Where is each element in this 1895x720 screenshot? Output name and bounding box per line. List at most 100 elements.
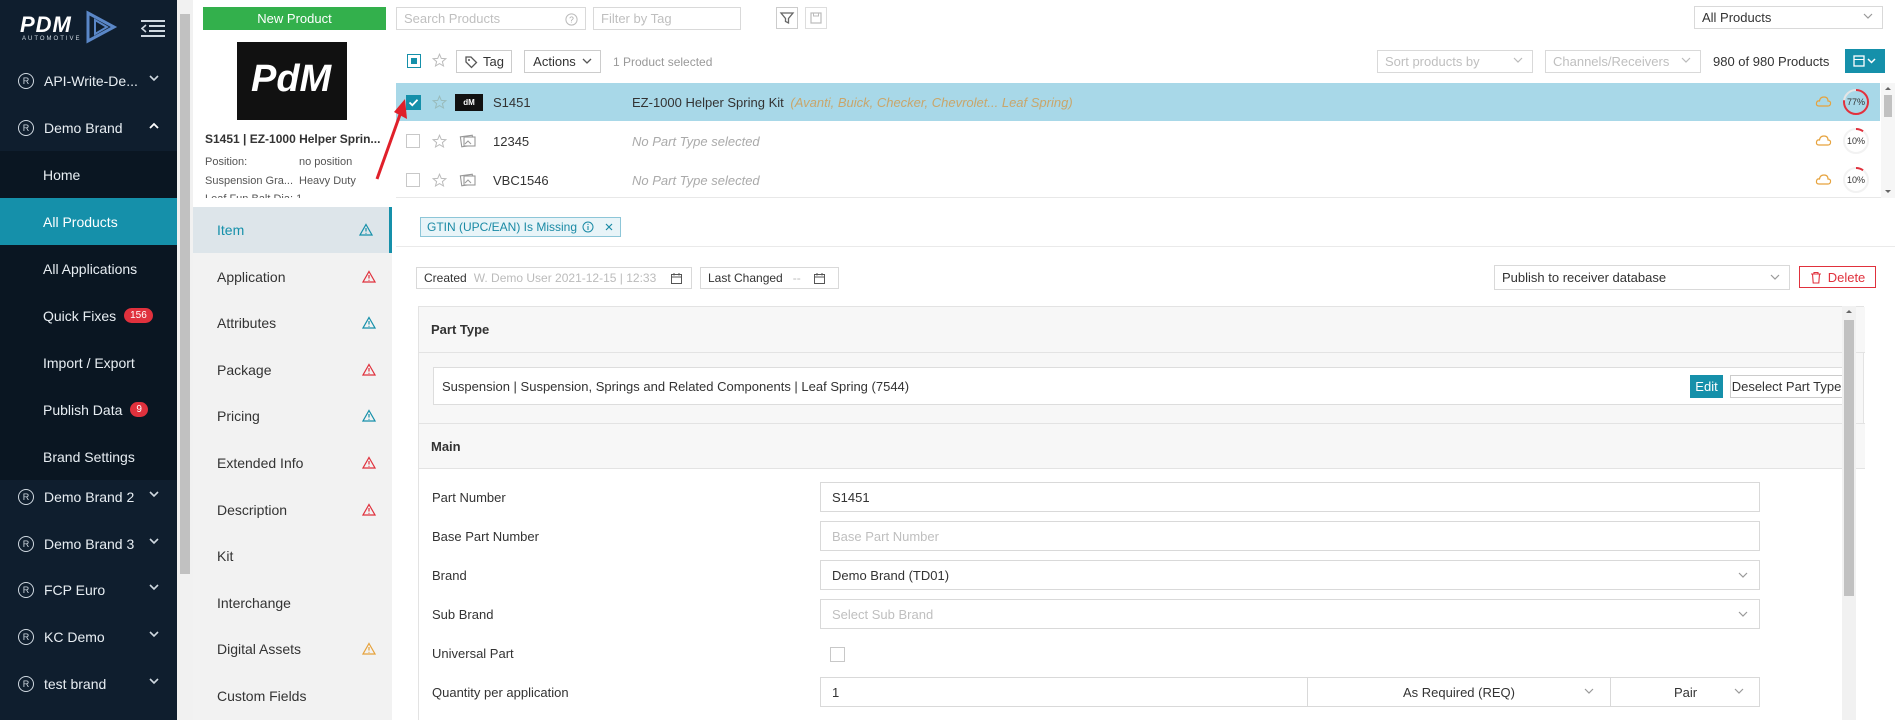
sidebar-item-publish-data[interactable]: Publish Data 9 [0, 386, 177, 433]
table-row[interactable]: 12345 No Part Type selected 10% [396, 122, 1880, 160]
tab-package[interactable]: Package [193, 347, 392, 393]
sidebar-scrollbar[interactable] [177, 0, 193, 720]
star-icon[interactable] [432, 134, 447, 149]
help-icon[interactable]: ? [565, 13, 578, 26]
filter-icon [779, 12, 795, 25]
gtin-missing-chip[interactable]: GTIN (UPC/EAN) Is Missing [420, 217, 622, 237]
scrollbar-thumb[interactable] [1844, 320, 1854, 596]
sidebar-brand-label: API-Write-De... [44, 72, 138, 89]
table-row[interactable]: dM S1451 EZ-1000 Helper Spring Kit (Avan… [396, 83, 1880, 121]
chevron-down-icon [149, 75, 159, 82]
star-icon[interactable] [432, 173, 447, 188]
publish-select-value: Publish to receiver database [1502, 270, 1667, 285]
warning-icon [362, 642, 376, 655]
table-row[interactable]: VBC1546 No Part Type selected 10% [396, 161, 1880, 199]
base-part-number-input[interactable]: Base Part Number [820, 521, 1760, 551]
sidebar-item-all-applications[interactable]: All Applications [0, 245, 177, 292]
tab-extended-info[interactable]: Extended Info [193, 440, 392, 486]
tab-application[interactable]: Application [193, 254, 392, 300]
part-type-section-header: Part Type [419, 307, 1865, 353]
sidebar-item-quick-fixes[interactable]: Quick Fixes 156 [0, 292, 177, 339]
scrollbar-thumb[interactable] [1884, 95, 1892, 117]
product-summary-card: PdM S1451 | EZ-1000 Helper Sprin... Posi… [193, 36, 394, 198]
tab-kit[interactable]: Kit [193, 533, 392, 579]
main-section-header: Main [419, 423, 1865, 469]
sub-brand-select[interactable]: Select Sub Brand [820, 599, 1760, 629]
sidebar-brand-api-write[interactable]: R API-Write-De... [0, 57, 177, 104]
select-all-checkbox[interactable] [407, 54, 421, 68]
sidebar-brand-demo-brand-2[interactable]: R Demo Brand 2 [0, 473, 177, 520]
universal-part-checkbox[interactable] [830, 647, 845, 662]
universal-part-label: Universal Part [432, 646, 514, 661]
pdm-logo[interactable]: PDM AUTOMOTIVE [20, 10, 160, 46]
registered-icon: R [18, 119, 34, 136]
star-icon[interactable] [432, 53, 447, 68]
sidebar-brand-kc-demo[interactable]: R KC Demo [0, 613, 177, 660]
part-number-input[interactable]: S1451 [820, 482, 1760, 512]
detail-scrollbar[interactable] [1842, 306, 1856, 720]
chip-label: GTIN (UPC/EAN) Is Missing [427, 220, 578, 234]
deselect-part-type-button[interactable]: Deselect Part Type [1730, 375, 1843, 398]
new-product-button[interactable]: New Product [203, 7, 386, 30]
tag-placeholder: Filter by Tag [601, 11, 672, 26]
delete-button[interactable]: Delete [1799, 266, 1876, 288]
logo-subtext: AUTOMOTIVE [22, 36, 82, 42]
created-value: W. Demo User 2021-12-15 | 12:33 [473, 271, 657, 285]
sidebar-item-import-export[interactable]: Import / Export [0, 339, 177, 386]
sidebar-item-home[interactable]: Home [0, 151, 177, 198]
filter-by-tag-input[interactable]: Filter by Tag [593, 7, 741, 30]
sidebar-brand-demo-brand-3[interactable]: R Demo Brand 3 [0, 520, 177, 567]
chevron-down-icon [1584, 688, 1594, 694]
save-filter-button[interactable] [805, 7, 827, 29]
scrollbar-thumb[interactable] [180, 14, 190, 574]
channels-receivers-select[interactable]: Channels/Receivers [1545, 50, 1701, 73]
warning-icon [362, 316, 376, 329]
sidebar-brand-fcp-euro[interactable]: R FCP Euro [0, 566, 177, 613]
quantity-unit-select[interactable]: Pair [1610, 677, 1760, 707]
scroll-up-icon[interactable] [1881, 83, 1895, 93]
scroll-down-icon[interactable] [1881, 187, 1895, 197]
brand-select[interactable]: Demo Brand (TD01) [820, 560, 1760, 590]
list-scrollbar[interactable] [1881, 83, 1895, 198]
tab-interchange[interactable]: Interchange [193, 580, 392, 626]
tab-description[interactable]: Description [193, 487, 392, 533]
product-image[interactable]: PdM [237, 42, 347, 120]
sidebar-brand-test-brand[interactable]: R test brand [0, 660, 177, 707]
quantity-input[interactable]: 1 As Required (REQ) Pair [820, 677, 1760, 707]
star-icon[interactable] [432, 95, 447, 110]
sidebar-brand-label: Demo Brand 3 [44, 535, 135, 552]
svg-text:?: ? [569, 15, 574, 25]
tab-label: Kit [217, 548, 234, 564]
filter-button[interactable] [776, 7, 798, 29]
registered-icon: R [18, 675, 34, 692]
tab-digital-assets[interactable]: Digital Assets [193, 626, 392, 672]
tab-item[interactable]: Item [193, 207, 392, 253]
scroll-up-icon[interactable] [1842, 306, 1856, 316]
tab-label: Description [217, 502, 288, 518]
product-scope-select[interactable]: All Products [1694, 6, 1883, 29]
tab-attributes[interactable]: Attributes [193, 300, 392, 346]
tag-icon [465, 55, 478, 68]
quantity-requirement-select[interactable]: As Required (REQ) [1307, 677, 1610, 707]
close-icon[interactable] [604, 222, 614, 232]
publish-select[interactable]: Publish to receiver database [1494, 265, 1790, 290]
position-value: no position [299, 156, 353, 168]
menu-collapse-icon[interactable] [141, 19, 165, 39]
actions-button[interactable]: Actions [524, 50, 601, 73]
completeness-score: 77% [1846, 97, 1865, 107]
registered-icon: R [18, 628, 34, 645]
sub-brand-placeholder: Select Sub Brand [832, 606, 934, 622]
sort-products-select[interactable]: Sort products by [1377, 50, 1533, 73]
save-icon [810, 12, 822, 24]
sidebar-item-all-products[interactable]: All Products [0, 198, 177, 245]
tab-pricing[interactable]: Pricing [193, 393, 392, 439]
edit-part-type-button[interactable]: Edit [1690, 375, 1723, 398]
selection-count-text: 1 Product selected [613, 55, 713, 69]
tab-custom-fields[interactable]: Custom Fields [193, 673, 392, 719]
chevron-down-icon [1770, 274, 1780, 280]
column-settings-button[interactable] [1845, 49, 1885, 73]
sidebar-brand-demo-brand[interactable]: R Demo Brand [0, 104, 177, 151]
search-products-input[interactable]: Search Products ? [396, 7, 586, 30]
chevron-down-icon [1738, 572, 1748, 578]
tag-button[interactable]: Tag [456, 50, 512, 73]
